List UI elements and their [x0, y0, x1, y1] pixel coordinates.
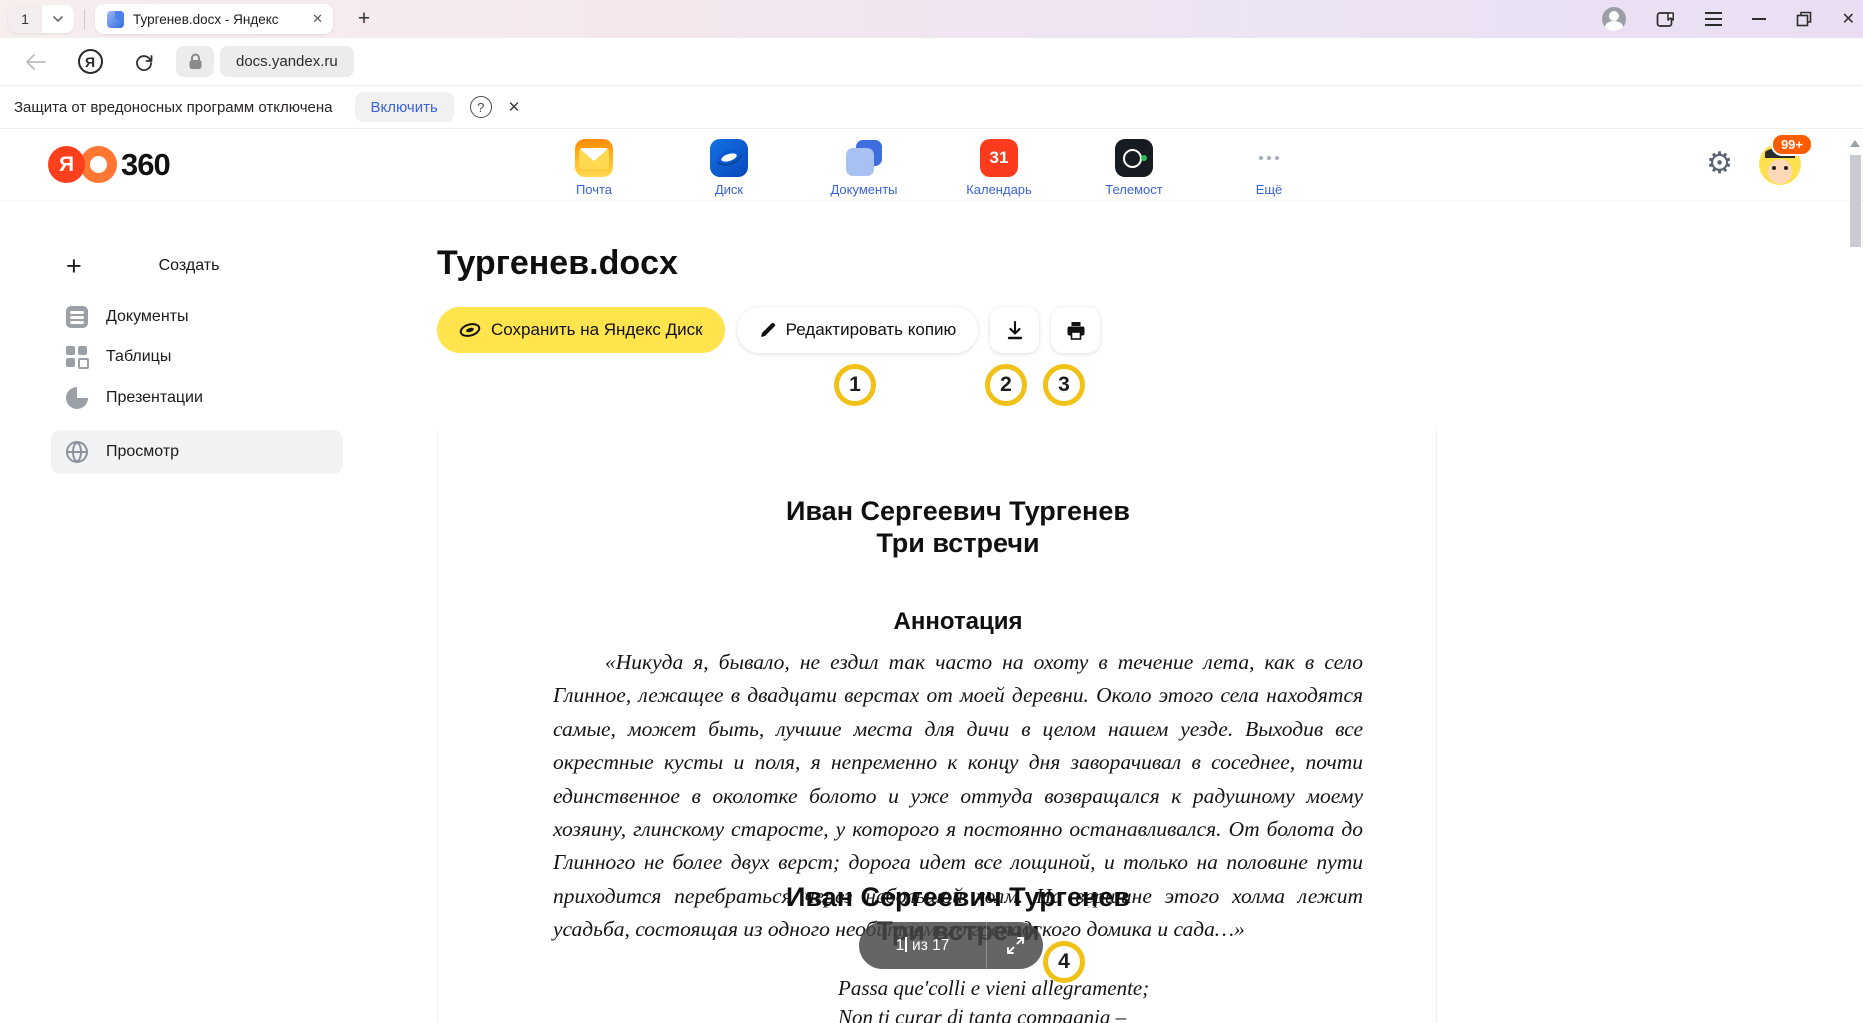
ya-red-circle-icon: Я: [48, 146, 85, 183]
window-restore-button[interactable]: [1796, 11, 1812, 27]
service-more[interactable]: Ещё: [1230, 139, 1308, 197]
document-tab-icon: [107, 11, 124, 28]
page-navigator[interactable]: 1 из 17: [859, 922, 1043, 969]
back-icon[interactable]: [16, 46, 56, 78]
window-close-button[interactable]: ✕: [1842, 9, 1855, 29]
window-minimize-button[interactable]: [1752, 18, 1766, 20]
document-icon: [66, 306, 88, 328]
tab-group-number: 1: [8, 5, 42, 33]
service-calendar[interactable]: 31 Календарь: [960, 139, 1038, 197]
browser-menu-icon[interactable]: [1705, 12, 1722, 26]
printer-icon: [1066, 321, 1086, 340]
doc-heading-author: Иван Сергеевич Тургенев: [553, 496, 1363, 527]
browser-titlebar: 1 Тургенев.docx - Яндекс ✕ + ✕: [0, 0, 1863, 38]
service-telemost[interactable]: Телемост: [1095, 139, 1173, 197]
document-actions: Сохранить на Яндекс Диск Редактировать к…: [437, 307, 1100, 353]
chevron-down-icon: [52, 13, 64, 25]
table-grid-icon: [66, 346, 88, 368]
telemost-icon: [1115, 139, 1153, 177]
annotation-badge-3: 3: [1043, 364, 1085, 406]
service-documents[interactable]: Документы: [825, 139, 903, 197]
create-button[interactable]: + Создать: [66, 248, 346, 284]
mail-icon: [575, 139, 613, 177]
warning-close-icon[interactable]: ✕: [508, 98, 521, 116]
globe-icon: [66, 441, 88, 463]
yandex-disk-icon: [459, 322, 481, 338]
warning-text: Защита от вредоносных программ отключена: [14, 99, 333, 116]
page-indicator[interactable]: 1 из 17: [859, 937, 986, 955]
browser-toolbar: Я docs.yandex.ru Тургенев.docx - Яндекс …: [0, 38, 1863, 85]
documents-icon: [845, 139, 883, 177]
tab-title: Тургенев.docx - Яндекс: [133, 12, 301, 27]
fullscreen-icon[interactable]: [987, 936, 1043, 955]
browser-tab-active[interactable]: Тургенев.docx - Яндекс ✕: [95, 4, 333, 34]
browser-profile-avatar[interactable]: [1602, 7, 1626, 31]
yandex-docs-window: 1 Тургенев.docx - Яндекс ✕ + ✕: [0, 0, 1863, 1023]
yandex-logo-icon[interactable]: Я: [70, 46, 110, 78]
annotation-badge-1: 1: [834, 364, 876, 406]
services-nav: Почта Диск Документы 31 Календарь Телемо…: [0, 139, 1863, 197]
address-bar[interactable]: docs.yandex.ru: [220, 46, 354, 77]
edit-copy-button[interactable]: Редактировать копию: [737, 307, 979, 353]
text-caret: [905, 937, 907, 952]
disk-icon: [710, 139, 748, 177]
service-mail[interactable]: Почта: [555, 139, 633, 197]
calendar-icon: 31: [980, 139, 1018, 177]
annotation-badge-2: 2: [985, 364, 1027, 406]
document-title: Тургенев.docx: [437, 244, 678, 283]
scrollbar-up-arrow[interactable]: [1850, 140, 1860, 147]
pie-chart-icon: [66, 387, 88, 409]
tab-group-selector[interactable]: 1: [8, 5, 74, 33]
create-label: Создать: [92, 257, 286, 275]
doc-heading2-author: Иван Сергеевич Тургенев: [553, 882, 1363, 913]
sidebar-panel-icon[interactable]: [1656, 10, 1675, 29]
help-icon[interactable]: ?: [470, 96, 492, 118]
download-document-button[interactable]: [990, 307, 1039, 353]
site-security-lock-icon[interactable]: [176, 46, 214, 77]
service-disk[interactable]: Диск: [690, 139, 768, 197]
new-tab-button[interactable]: +: [347, 4, 381, 34]
doc-epigraph: Passa que'colli e vieni allegramente; No…: [838, 974, 1149, 1023]
enable-protection-button[interactable]: Включить: [355, 92, 454, 122]
notifications-badge: 99+: [1771, 133, 1813, 156]
doc-heading-title: Три встречи: [553, 528, 1363, 559]
sidebar-item-documents[interactable]: Документы: [51, 295, 343, 339]
total-pages: 17: [932, 937, 949, 954]
annotation-badge-4: 4: [1043, 941, 1085, 983]
user-avatar[interactable]: 99+: [1759, 143, 1801, 185]
save-to-disk-button[interactable]: Сохранить на Яндекс Диск: [437, 307, 725, 353]
yandex360-header: Я 360 Почта Диск Документы 31 Календарь: [0, 129, 1863, 201]
download-icon: [1006, 321, 1024, 340]
settings-gear-icon[interactable]: ⚙: [1706, 149, 1733, 179]
pencil-icon: [759, 322, 776, 339]
sidebar-item-presentations[interactable]: Презентации: [51, 376, 343, 420]
print-document-button[interactable]: [1051, 307, 1100, 353]
plus-icon: +: [66, 251, 92, 282]
sidebar-item-tables[interactable]: Таблицы: [51, 335, 343, 379]
more-dots-icon: [1250, 139, 1288, 177]
refresh-icon[interactable]: [124, 46, 164, 78]
current-page: 1: [896, 937, 905, 954]
scrollbar-thumb[interactable]: [1850, 155, 1861, 247]
tab-close-icon[interactable]: ✕: [310, 11, 325, 27]
sidebar-item-view[interactable]: Просмотр: [51, 430, 343, 474]
doc-annotation-heading: Аннотация: [553, 608, 1363, 636]
protect-warning-bar: Защита от вредоносных программ отключена…: [0, 85, 1863, 129]
titlebar-divider: [84, 9, 85, 29]
